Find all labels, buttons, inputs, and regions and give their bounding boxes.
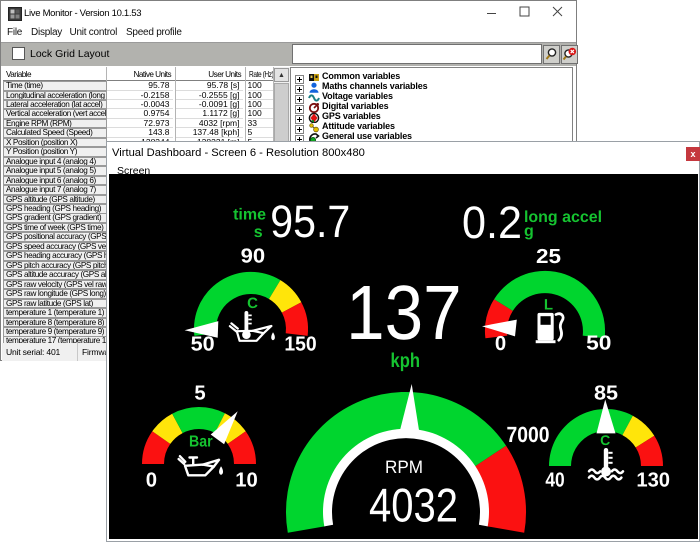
svg-text:s: s [254, 224, 263, 241]
svg-text:0: 0 [495, 333, 506, 355]
svg-text:90: 90 [241, 246, 266, 268]
svg-text:0.2: 0.2 [462, 197, 522, 248]
svg-text:5: 5 [194, 383, 205, 405]
svg-text:Bar: Bar [189, 434, 213, 451]
svg-text:95.7: 95.7 [270, 196, 350, 247]
svg-text:137: 137 [346, 270, 462, 356]
svg-text:kph: kph [391, 350, 421, 372]
svg-text:25: 25 [536, 246, 561, 268]
svg-text:40: 40 [545, 470, 564, 492]
svg-text:7000: 7000 [507, 422, 550, 447]
svg-text:g: g [524, 223, 534, 240]
svg-text:C: C [247, 295, 258, 312]
svg-text:85: 85 [594, 383, 618, 405]
svg-text:time: time [233, 207, 266, 224]
svg-text:130: 130 [636, 470, 670, 492]
svg-text:50: 50 [191, 334, 215, 356]
svg-text:4032: 4032 [369, 480, 458, 533]
svg-text:RPM: RPM [385, 457, 423, 477]
svg-text:150: 150 [284, 334, 316, 356]
svg-text:10: 10 [235, 470, 258, 492]
svg-text:0: 0 [146, 470, 157, 492]
svg-text:50: 50 [586, 333, 611, 355]
svg-text:L: L [544, 296, 553, 313]
svg-text:C: C [600, 432, 610, 448]
svg-text:long accel: long accel [524, 209, 602, 226]
